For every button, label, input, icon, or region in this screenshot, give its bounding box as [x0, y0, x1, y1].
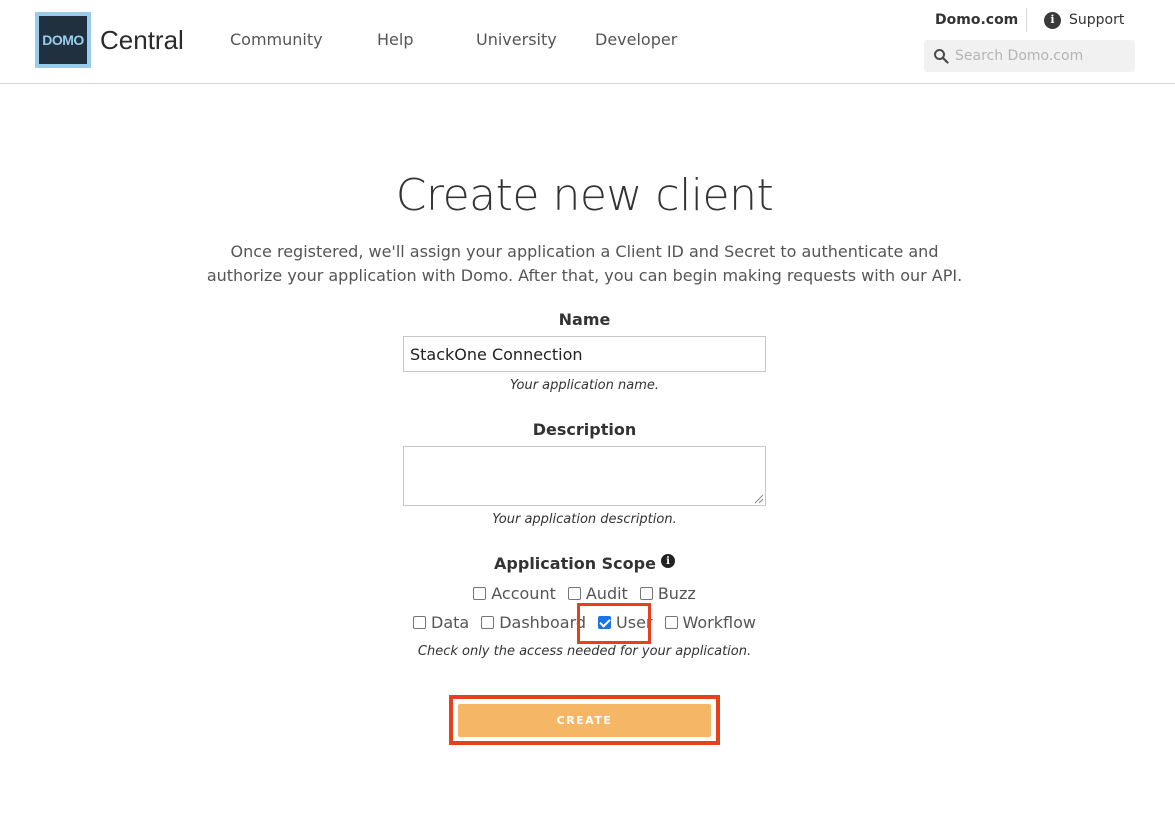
- domo-logo-text: DOMO: [42, 32, 84, 48]
- page-title: Create new client: [395, 170, 774, 221]
- nav-university[interactable]: University: [476, 30, 557, 50]
- scope-audit[interactable]: Audit: [567, 583, 628, 603]
- checkbox-account[interactable]: [473, 586, 487, 600]
- scope-audit-label: Audit: [585, 583, 628, 603]
- user-highlight-box: [577, 603, 651, 644]
- scope-dashboard-label: Dashboard: [499, 612, 587, 632]
- search-input[interactable]: [955, 45, 1127, 67]
- header-divider: [1026, 8, 1027, 32]
- search-box[interactable]: [924, 40, 1135, 72]
- checkbox-workflow[interactable]: [664, 615, 678, 629]
- scope-account[interactable]: Account: [473, 584, 556, 603]
- scope-account-label: Account: [491, 583, 556, 603]
- scope-hint: Check only the access needed for your ap…: [417, 644, 752, 659]
- domo-com-link[interactable]: Domo.com: [935, 9, 1018, 31]
- search-icon: [934, 49, 949, 64]
- checkbox-data[interactable]: [413, 615, 427, 629]
- info-icon: i: [1044, 11, 1061, 29]
- scope-row-1: Account Audit Buzz: [0, 581, 1169, 605]
- description-hint: Your application description.: [492, 512, 677, 527]
- domo-logo-inner: DOMO: [39, 16, 87, 64]
- site-header: DOMO Central Community Help University D…: [0, 0, 1175, 84]
- description-label: Description: [532, 420, 637, 439]
- resize-handle-icon[interactable]: [752, 492, 764, 504]
- nav-community[interactable]: Community: [230, 30, 323, 50]
- scope-label-row: Application Scope i: [0, 553, 1169, 575]
- checkbox-dashboard[interactable]: [481, 615, 495, 629]
- scope-buzz-label: Buzz: [657, 583, 696, 603]
- checkbox-audit[interactable]: [567, 586, 581, 600]
- description-textarea[interactable]: [403, 446, 766, 506]
- support-link[interactable]: i Support: [1044, 9, 1124, 31]
- support-label: Support: [1069, 12, 1125, 28]
- nav-developer[interactable]: Developer: [595, 30, 677, 50]
- nav-help[interactable]: Help: [377, 30, 413, 50]
- create-button[interactable]: CREATE: [458, 704, 711, 737]
- intro-text: Once registered, we'll assign your appli…: [206, 242, 963, 285]
- scope-label: Application Scope: [494, 554, 656, 573]
- scope-data-label: Data: [431, 612, 470, 632]
- scope-data[interactable]: Data: [413, 613, 469, 632]
- name-input[interactable]: [403, 336, 766, 372]
- checkbox-buzz[interactable]: [639, 586, 653, 600]
- name-label: Name: [558, 310, 611, 329]
- scope-info-icon[interactable]: i: [660, 554, 675, 568]
- scope-buzz[interactable]: Buzz: [639, 583, 696, 603]
- scope-workflow[interactable]: Workflow: [664, 612, 756, 632]
- scope-dashboard[interactable]: Dashboard: [481, 613, 586, 632]
- name-hint: Your application name.: [509, 378, 660, 393]
- scope-workflow-label: Workflow: [682, 612, 756, 632]
- brand-title[interactable]: Central: [100, 25, 184, 55]
- domo-logo[interactable]: DOMO: [35, 12, 91, 68]
